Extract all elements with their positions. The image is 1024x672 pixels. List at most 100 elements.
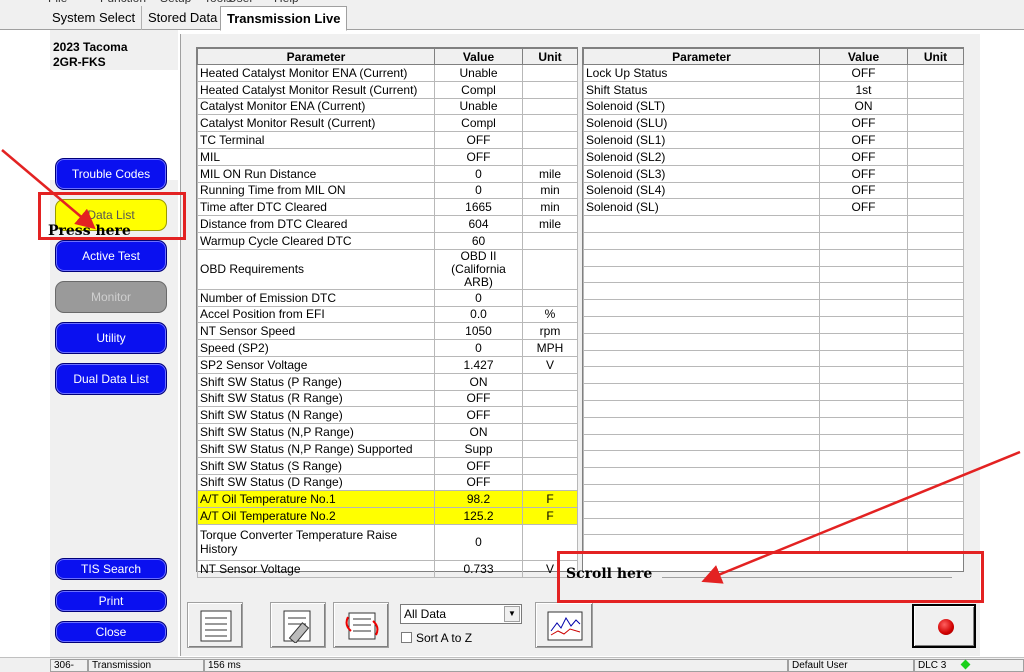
cell-value: Compl [434, 80, 523, 99]
table-row[interactable]: Shift SW Status (P Range) ON [197, 372, 578, 391]
cell-parameter: A/T Oil Temperature No.1 [197, 490, 435, 509]
cell-unit [907, 198, 964, 217]
table-row[interactable]: OBD Requirements OBD II (California ARB) [197, 248, 578, 290]
table-row[interactable] [583, 366, 964, 385]
table-row[interactable] [583, 349, 964, 368]
column-header-value[interactable]: Value [819, 48, 908, 65]
sort-a-to-z-checkbox[interactable] [401, 632, 412, 643]
table-row[interactable]: A/T Oil Temperature No.2 125.2 F [197, 507, 578, 525]
table-row[interactable]: Shift SW Status (R Range) OFF [197, 389, 578, 408]
table-row[interactable]: Time after DTC Cleared 1665 min [197, 198, 578, 217]
record-button[interactable] [912, 604, 976, 648]
swap-list-button[interactable] [333, 602, 389, 648]
table-row[interactable] [583, 399, 964, 418]
graph-view-button[interactable] [535, 602, 593, 648]
filter-dropdown[interactable]: All Data ▼ [400, 604, 522, 624]
table-row[interactable]: MIL ON Run Distance 0 mile [197, 164, 578, 183]
close-button[interactable]: Close [55, 621, 167, 643]
table-row[interactable]: SP2 Sensor Voltage 1.427 V [197, 355, 578, 374]
table-row[interactable]: Solenoid (SLT) ON [583, 97, 964, 116]
cell-unit [907, 164, 964, 183]
table-row[interactable]: Catalyst Monitor Result (Current) Compl [197, 114, 578, 133]
table-row[interactable]: Heated Catalyst Monitor Result (Current)… [197, 80, 578, 99]
table-row[interactable] [583, 450, 964, 469]
cell-parameter: OBD Requirements [197, 248, 435, 290]
table-row[interactable] [583, 282, 964, 301]
trouble-codes-button[interactable]: Trouble Codes [55, 158, 167, 190]
table-row[interactable] [583, 500, 964, 519]
table-row[interactable]: Speed (SP2) 0 MPH [197, 339, 578, 357]
table-row[interactable]: Shift SW Status (S Range) OFF [197, 456, 578, 475]
table-row[interactable] [583, 299, 964, 317]
table-row[interactable]: Distance from DTC Cleared 604 mile [197, 215, 578, 233]
table-row[interactable] [583, 332, 964, 351]
list-view-button[interactable] [187, 602, 243, 648]
cell-value: ON [434, 423, 523, 441]
table-row[interactable]: Accel Position from EFI 0.0% [197, 305, 578, 324]
table-row[interactable]: NT Sensor Voltage 0.733 V [197, 559, 578, 578]
table-row[interactable] [583, 215, 964, 233]
table-row[interactable] [583, 534, 964, 553]
active-test-button[interactable]: Active Test [55, 240, 167, 272]
tab-transmission-live[interactable]: Transmission Live [220, 6, 348, 31]
table-row[interactable] [583, 231, 964, 250]
column-header-unit[interactable]: Unit [907, 48, 964, 65]
cell-value [819, 517, 908, 536]
line-graph-icon [547, 611, 583, 641]
table-row[interactable]: Solenoid (SLU) OFF [583, 114, 964, 133]
table-row[interactable]: MIL OFF [197, 147, 578, 166]
table-row[interactable]: Number of Emission DTC 0 [197, 288, 578, 307]
table-row[interactable]: Running Time from MIL ON 0 min [197, 181, 578, 200]
column-header-parameter[interactable]: Parameter [583, 48, 820, 65]
table-row[interactable]: Shift SW Status (N,P Range) ON [197, 423, 578, 441]
table-row[interactable] [583, 517, 964, 536]
table-row[interactable]: Shift SW Status (N,P Range) Supported Sup… [197, 439, 578, 458]
cell-value: OBD II (California ARB) [434, 248, 523, 290]
table-row[interactable]: Solenoid (SL) OFF [583, 198, 964, 217]
cell-parameter: Time after DTC Cleared [197, 198, 435, 217]
table-row[interactable] [583, 467, 964, 485]
table-row[interactable]: Solenoid (SL3) OFF [583, 164, 964, 183]
table-row[interactable] [583, 265, 964, 284]
table-row[interactable]: Solenoid (SL2) OFF [583, 147, 964, 166]
table-row[interactable] [583, 433, 964, 452]
chevron-down-icon[interactable]: ▼ [504, 606, 520, 622]
utility-button[interactable]: Utility [55, 322, 167, 354]
column-header-value[interactable]: Value [434, 48, 523, 65]
cell-value [819, 399, 908, 418]
table-row[interactable]: NT Sensor Speed 1050 rpm [197, 322, 578, 341]
table-row[interactable]: Catalyst Monitor ENA (Current) Unable [197, 97, 578, 116]
cell-value [819, 483, 908, 502]
table-row[interactable]: Solenoid (SL4) OFF [583, 181, 964, 200]
table-row[interactable]: Shift SW Status (N Range) OFF [197, 406, 578, 425]
cell-parameter: Shift SW Status (D Range) [197, 473, 435, 492]
table-row[interactable] [583, 416, 964, 435]
dual-data-list-button[interactable]: Dual Data List [55, 363, 167, 395]
table-row[interactable]: Shift Status 1st [583, 80, 964, 99]
column-header-parameter[interactable]: Parameter [197, 48, 435, 65]
table-row[interactable]: Shift SW Status (D Range) OFF [197, 473, 578, 492]
cell-unit [522, 389, 578, 408]
table-row[interactable]: Solenoid (SL1) OFF [583, 131, 964, 149]
cell-value: OFF [819, 147, 908, 166]
table-row[interactable]: A/T Oil Temperature No.1 98.2 F [197, 490, 578, 509]
cell-parameter: Distance from DTC Cleared [197, 215, 435, 233]
edit-list-button[interactable] [270, 602, 326, 648]
cell-unit [522, 248, 578, 290]
table-row[interactable] [583, 483, 964, 502]
table-row[interactable] [583, 315, 964, 334]
tab-stored-data[interactable]: Stored Data [142, 6, 225, 30]
cell-value: 0 [434, 164, 523, 183]
table-row[interactable]: TC Terminal OFF [197, 131, 578, 149]
table-row[interactable]: Warmup Cycle Cleared DTC 60 [197, 231, 578, 250]
table-row[interactable]: Heated Catalyst Monitor ENA (Current) Una… [197, 64, 578, 82]
table-row[interactable] [583, 248, 964, 267]
table-row[interactable]: Torque Converter Temperature Raise Histo… [197, 523, 578, 561]
table-row[interactable] [583, 383, 964, 401]
print-button[interactable]: Print [55, 590, 167, 612]
cell-unit [522, 439, 578, 458]
tab-system-select[interactable]: System Select [46, 6, 143, 30]
tis-search-button[interactable]: TIS Search [55, 558, 167, 580]
table-row[interactable]: Lock Up Status OFF [583, 64, 964, 82]
column-header-unit[interactable]: Unit [522, 48, 578, 65]
